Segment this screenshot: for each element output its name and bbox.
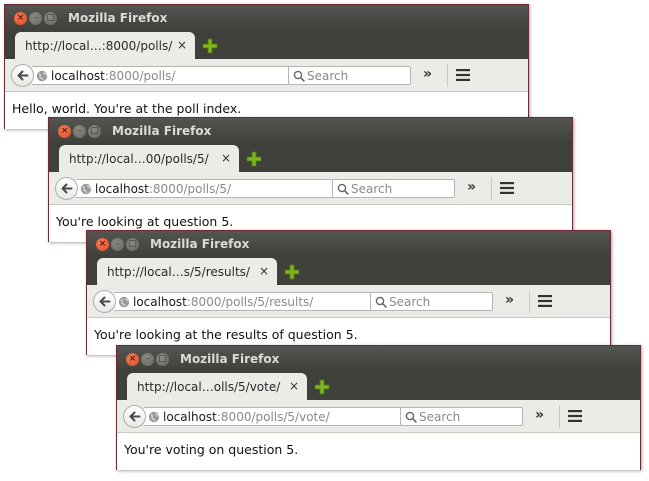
page-text: Hello, world. You're at the poll index. xyxy=(12,101,242,116)
maximize-icon[interactable]: □ xyxy=(88,125,101,138)
url-host: localhost xyxy=(95,182,149,196)
back-arrow-icon xyxy=(99,296,111,307)
window-title: Mozilla Firefox xyxy=(180,352,280,366)
search-box[interactable] xyxy=(332,179,455,198)
double-chevron-right-icon[interactable]: » xyxy=(423,66,432,82)
plus-icon[interactable] xyxy=(202,38,218,54)
magnifier-icon xyxy=(375,296,387,308)
divider xyxy=(529,290,530,313)
url-host: localhost xyxy=(51,69,105,83)
divider xyxy=(491,177,492,200)
search-input[interactable] xyxy=(389,294,489,309)
plus-icon[interactable] xyxy=(314,379,330,395)
back-button[interactable] xyxy=(93,290,116,313)
search-box[interactable] xyxy=(288,66,411,85)
close-icon[interactable]: × xyxy=(96,238,109,251)
page-text: You're looking at the results of questio… xyxy=(94,327,358,342)
back-arrow-icon xyxy=(17,70,29,81)
search-box[interactable] xyxy=(400,407,523,426)
close-icon[interactable]: × xyxy=(14,12,27,25)
back-button[interactable] xyxy=(55,177,78,200)
divider xyxy=(559,405,560,428)
globe-icon xyxy=(80,183,92,195)
magnifier-icon xyxy=(405,411,417,423)
globe-icon xyxy=(118,296,130,308)
globe-icon xyxy=(148,411,160,423)
minimize-icon[interactable]: – xyxy=(111,238,124,251)
double-chevron-right-icon[interactable]: » xyxy=(467,179,476,195)
url-bar[interactable]: localhost:8000/polls/5/results/ ▼ xyxy=(114,292,408,311)
hamburger-menu-icon[interactable] xyxy=(456,69,470,81)
navigation-toolbar: localhost:8000/polls/5/vote/ ▼ » xyxy=(117,400,640,433)
url-text: localhost:8000/polls/ xyxy=(51,69,175,83)
url-host: localhost xyxy=(163,410,217,424)
back-arrow-icon xyxy=(61,183,73,194)
page-text: You're looking at question 5. xyxy=(56,214,234,229)
minimize-icon[interactable]: – xyxy=(29,12,42,25)
url-path: :8000/polls/5/vote/ xyxy=(216,410,330,424)
url-text: localhost:8000/polls/5/ xyxy=(95,182,231,196)
browser-tab[interactable]: http://local…00/polls/5/ × xyxy=(59,145,239,173)
plus-icon[interactable] xyxy=(246,151,262,167)
hamburger-menu-icon[interactable] xyxy=(568,410,582,422)
maximize-icon[interactable]: □ xyxy=(44,12,57,25)
search-input[interactable] xyxy=(419,409,519,424)
close-icon[interactable]: × xyxy=(221,151,231,165)
navigation-toolbar: localhost:8000/polls/ ▼ » xyxy=(5,59,528,92)
browser-window-question-results: × – □ Mozilla Firefox http://local…s/5/r… xyxy=(86,230,611,355)
window-title: Mozilla Firefox xyxy=(68,11,168,25)
tab-label: http://local…00/polls/5/ xyxy=(69,152,209,166)
url-text: localhost:8000/polls/5/vote/ xyxy=(163,410,330,424)
navigation-toolbar: localhost:8000/polls/5/ ▼ » xyxy=(49,172,572,205)
page-text: You're voting on question 5. xyxy=(124,442,299,457)
page-content: You're voting on question 5. xyxy=(117,433,640,470)
browser-window-polls-index: × – □ Mozilla Firefox http://local…:8000… xyxy=(4,4,529,129)
back-arrow-icon xyxy=(129,411,141,422)
search-input[interactable] xyxy=(307,68,407,83)
maximize-icon[interactable]: □ xyxy=(126,238,139,251)
double-chevron-right-icon[interactable]: » xyxy=(535,407,544,423)
browser-window-question-detail: × – □ Mozilla Firefox http://local…00/po… xyxy=(48,117,573,242)
url-path: :8000/polls/5/ xyxy=(148,182,232,196)
browser-tab[interactable]: http://local…:8000/polls/ × xyxy=(15,32,195,60)
close-icon[interactable]: × xyxy=(177,38,187,52)
window-title: Mozilla Firefox xyxy=(150,237,250,251)
divider xyxy=(447,64,448,87)
back-button[interactable] xyxy=(123,405,146,428)
url-host: localhost xyxy=(133,295,187,309)
close-icon[interactable]: × xyxy=(58,125,71,138)
search-box[interactable] xyxy=(370,292,493,311)
tab-label: http://local…:8000/polls/ xyxy=(25,39,173,53)
hamburger-menu-icon[interactable] xyxy=(500,182,514,194)
globe-icon xyxy=(36,70,48,82)
url-path: :8000/polls/ xyxy=(104,69,176,83)
url-bar[interactable]: localhost:8000/polls/5/ ▼ xyxy=(76,179,370,198)
browser-window-question-vote: × – □ Mozilla Firefox http://local…olls/… xyxy=(116,345,641,470)
close-icon[interactable]: × xyxy=(126,353,139,366)
magnifier-icon xyxy=(293,70,305,82)
tab-label: http://local…olls/5/vote/ xyxy=(137,380,281,394)
url-path: :8000/polls/5/results/ xyxy=(186,295,314,309)
minimize-icon[interactable]: – xyxy=(141,353,154,366)
magnifier-icon xyxy=(337,183,349,195)
maximize-icon[interactable]: □ xyxy=(156,353,169,366)
back-button[interactable] xyxy=(11,64,34,87)
url-text: localhost:8000/polls/5/results/ xyxy=(133,295,313,309)
double-chevron-right-icon[interactable]: » xyxy=(505,292,514,308)
close-icon[interactable]: × xyxy=(259,264,269,278)
close-icon[interactable]: × xyxy=(289,379,299,393)
browser-tab[interactable]: http://local…olls/5/vote/ × xyxy=(127,373,307,401)
hamburger-menu-icon[interactable] xyxy=(538,295,552,307)
window-title: Mozilla Firefox xyxy=(112,124,212,138)
plus-icon[interactable] xyxy=(284,264,300,280)
navigation-toolbar: localhost:8000/polls/5/results/ ▼ » xyxy=(87,285,610,318)
search-input[interactable] xyxy=(351,181,451,196)
browser-tab[interactable]: http://local…s/5/results/ × xyxy=(97,258,277,286)
url-bar[interactable]: localhost:8000/polls/ ▼ xyxy=(32,66,326,85)
tab-label: http://local…s/5/results/ xyxy=(107,265,250,279)
url-bar[interactable]: localhost:8000/polls/5/vote/ ▼ xyxy=(144,407,438,426)
minimize-icon[interactable]: – xyxy=(73,125,86,138)
